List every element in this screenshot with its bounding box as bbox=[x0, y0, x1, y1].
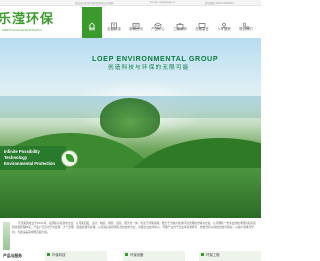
nav-item-about[interactable]: 走进乐滢 bbox=[104, 7, 124, 38]
banner-slogan: 创造科技与环保的无限可能 bbox=[108, 65, 190, 71]
message-icon bbox=[198, 15, 206, 30]
card-label: 环保科技 bbox=[52, 253, 66, 257]
banner-tree bbox=[100, 98, 160, 138]
nav-item-label: 人才招聘 bbox=[217, 27, 231, 31]
intro-image bbox=[3, 222, 10, 250]
banner-foliage bbox=[0, 168, 261, 218]
logo-subtitle: LOEP Environmental Protection bbox=[2, 29, 43, 32]
home-icon bbox=[88, 15, 96, 30]
email-text[interactable]: E-mail: loep@loep.cn bbox=[150, 1, 175, 4]
nav-item-label: 首页 bbox=[88, 27, 96, 31]
phone-icon bbox=[242, 15, 250, 29]
nav-item-message[interactable]: 在线留言 bbox=[192, 7, 212, 38]
welcome-text: 欢迎访问乐滢环保科技有限公司官网 bbox=[75, 2, 114, 5]
card-label: 环保工程 bbox=[206, 253, 220, 257]
nav-item-cases[interactable]: 工程案例 bbox=[170, 7, 190, 38]
badge-line: Environmental Protection bbox=[4, 161, 55, 166]
top-info-bar: 欢迎访问乐滢环保科技有限公司官网 E-mail: loep@loep.cn 咨询… bbox=[0, 0, 261, 6]
nav-item-label: 走进乐滢 bbox=[107, 27, 121, 31]
nav-item-label: 产品中心 bbox=[151, 27, 165, 31]
nav-item-contact[interactable]: 联系我们 bbox=[236, 7, 256, 38]
eco-seal-icon bbox=[61, 150, 78, 167]
people-icon bbox=[220, 15, 228, 30]
nav-item-home[interactable]: 首页 bbox=[82, 7, 102, 38]
nav-item-label: 新闻资讯 bbox=[129, 27, 143, 31]
news-icon bbox=[132, 15, 140, 29]
banner-title: LOEP ENVIRONMENTAL GROUP bbox=[92, 54, 219, 63]
hero-banner[interactable]: LOEP ENVIRONMENTAL GROUP 创造科技与环保的无限可能 In… bbox=[0, 38, 261, 218]
nav-item-label: 在线留言 bbox=[195, 27, 209, 31]
company-intro: 乐滢集团成立于2001年，是国家高新技术企业，公司集研发、设计、制造、销售、运营… bbox=[0, 218, 261, 252]
site-logo[interactable]: 乐滢环保 LOEP Environmental Protection bbox=[0, 7, 74, 38]
product-card[interactable]: 环保工程 bbox=[199, 251, 261, 261]
nav-item-products[interactable]: 产品中心 bbox=[148, 7, 168, 38]
product-card[interactable]: 环保设备 bbox=[123, 251, 185, 261]
card-tag-icon bbox=[125, 253, 128, 256]
nav-item-label: 工程案例 bbox=[173, 27, 187, 31]
badge-line: Infinite Possibility bbox=[4, 149, 40, 154]
intro-text: 乐滢集团成立于2001年，是国家高新技术企业，公司集研发、设计、制造、销售、运营… bbox=[12, 221, 256, 234]
card-tag-icon bbox=[47, 253, 50, 256]
phone-text: 咨询热线: 0000-0000000 bbox=[205, 2, 234, 5]
badge-line: Technology bbox=[4, 155, 28, 160]
card-tag-icon bbox=[201, 253, 204, 256]
nav-item-jobs[interactable]: 人才招聘 bbox=[214, 7, 234, 38]
section-title: 产品与服务 bbox=[3, 253, 22, 258]
product-card[interactable]: 环保科技 bbox=[45, 251, 107, 261]
card-label: 环保设备 bbox=[130, 253, 144, 257]
main-nav: 首页 走进乐滢 新闻资讯 产品中心 工程案例 在线留言 人才招聘 联系我们 bbox=[74, 7, 261, 38]
logo-name: 乐滢环保 bbox=[0, 12, 55, 27]
box-icon bbox=[154, 15, 162, 30]
building-icon bbox=[110, 15, 118, 30]
leaf-icon bbox=[66, 154, 74, 162]
case-icon bbox=[176, 15, 184, 30]
nav-item-news[interactable]: 新闻资讯 bbox=[126, 7, 146, 38]
banner-badge: Infinite Possibility Technology Environm… bbox=[0, 146, 66, 170]
nav-item-label: 联系我们 bbox=[239, 27, 253, 31]
